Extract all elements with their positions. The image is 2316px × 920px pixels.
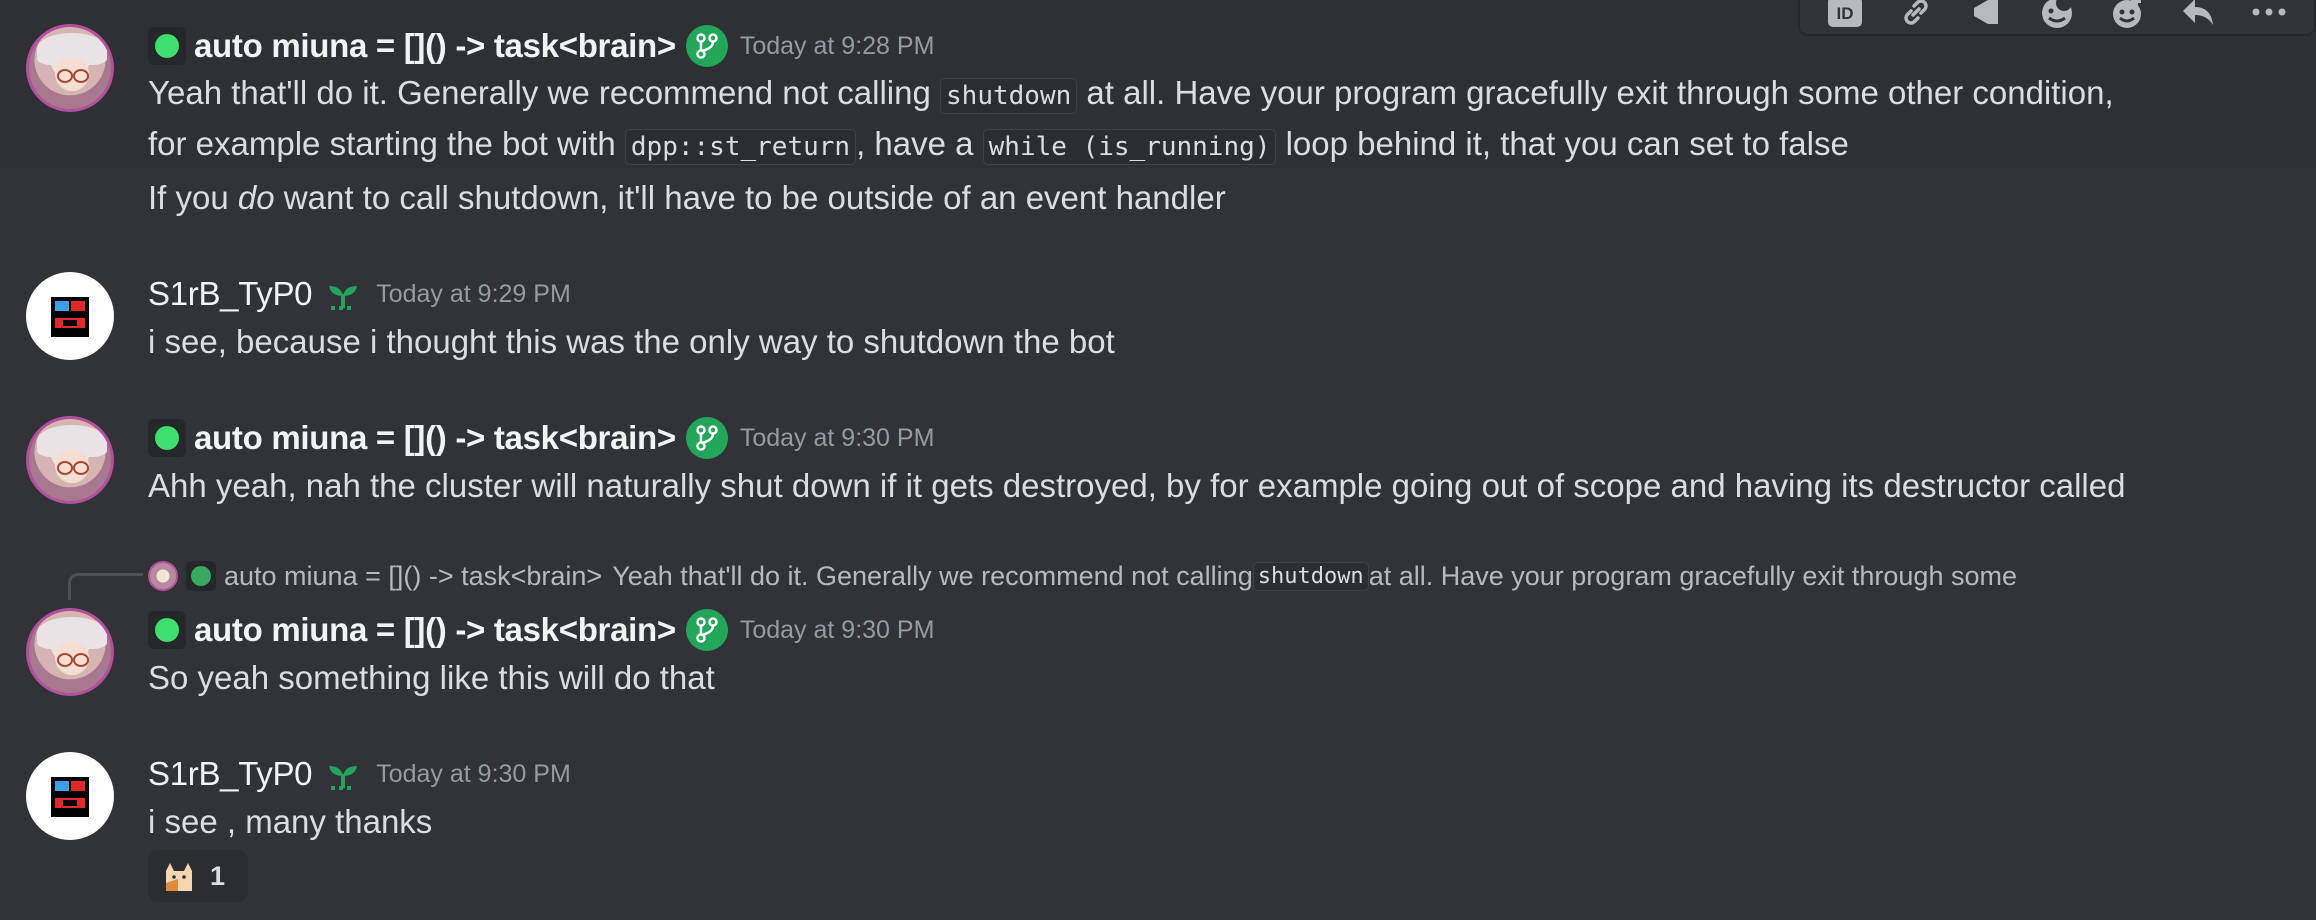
timestamp[interactable]: Today at 9:30 PM (376, 760, 571, 789)
message-content: Ahh yeah, nah the cluster will naturally… (148, 467, 2126, 504)
message-actions-toolbar: ID (1798, 0, 2316, 36)
message-content: Yeah that'll do it. Generally we recomme… (148, 69, 2114, 171)
username[interactable]: S1rB_TyP0 (148, 755, 313, 793)
timestamp[interactable]: Today at 9:30 PM (740, 616, 935, 645)
branch-badge-icon[interactable] (685, 25, 728, 67)
avatar[interactable] (26, 608, 114, 696)
message-line: Yeah that'll do it. Generally we recomme… (148, 69, 2114, 120)
reply-connector (68, 573, 143, 600)
avatar[interactable] (26, 24, 114, 112)
avatar[interactable] (26, 416, 114, 504)
inline-code: shutdown (940, 78, 1078, 114)
inline-code: while (is_running) (982, 129, 1277, 165)
timestamp[interactable]: Today at 9:28 PM (740, 32, 935, 61)
reply-author[interactable]: auto miuna = []() -> task<brain> (224, 561, 602, 592)
reply-avatar (148, 561, 178, 591)
svg-text:ID: ID (1837, 4, 1854, 23)
message-header: S1rB_TyP0 Today at 9:29 PM (148, 272, 571, 316)
timestamp[interactable]: Today at 9:30 PM (740, 424, 935, 453)
more-icon[interactable] (2245, 0, 2293, 32)
branch-badge-icon[interactable] (685, 417, 728, 459)
megaphone-icon[interactable] (1962, 0, 2010, 32)
link-icon[interactable] (1892, 0, 1940, 32)
message-header: auto miuna = []() -> task<brain> Today a… (148, 416, 934, 460)
id-icon[interactable]: ID (1821, 0, 1869, 32)
reaction-button[interactable]: 1 (148, 850, 248, 902)
username[interactable]: auto miuna = []() -> task<brain> (194, 419, 676, 457)
username[interactable]: S1rB_TyP0 (148, 275, 313, 313)
online-status-icon (186, 561, 216, 591)
sprout-icon[interactable] (322, 753, 364, 795)
add-reaction-icon[interactable] (2104, 0, 2152, 32)
username[interactable]: auto miuna = []() -> task<brain> (194, 611, 676, 649)
message-header: S1rB_TyP0 Today at 9:30 PM (148, 752, 571, 796)
inline-code: dpp::st_return (624, 129, 857, 165)
message-line: for example starting the bot with dpp::s… (148, 120, 2114, 171)
reply-icon[interactable] (2174, 0, 2222, 32)
message-content: So yeah something like this will do that (148, 659, 715, 696)
message-content: i see, because i thought this was the on… (148, 323, 1115, 360)
message-header: auto miuna = []() -> task<brain> Today a… (148, 24, 934, 68)
sprout-icon[interactable] (322, 273, 364, 315)
message-header: auto miuna = []() -> task<brain> Today a… (148, 608, 934, 652)
timestamp[interactable]: Today at 9:29 PM (376, 280, 571, 309)
moon-emoji-icon[interactable] (2033, 0, 2081, 32)
avatar[interactable] (26, 272, 114, 360)
online-status-icon (148, 27, 186, 65)
username[interactable]: auto miuna = []() -> task<brain> (194, 27, 676, 65)
online-status-icon (148, 611, 186, 649)
reaction-count: 1 (210, 860, 226, 891)
message-content: i see , many thanks (148, 803, 433, 840)
branch-badge-icon[interactable] (685, 609, 728, 651)
reply-preview[interactable]: auto miuna = []() -> task<brain> Yeah th… (148, 558, 2017, 594)
cat-emoji-icon (160, 857, 198, 895)
message-content: If you do want to call shutdown, it'll h… (148, 179, 1226, 216)
online-status-icon (148, 419, 186, 457)
avatar[interactable] (26, 752, 114, 840)
inline-code: shutdown (1252, 561, 1369, 591)
